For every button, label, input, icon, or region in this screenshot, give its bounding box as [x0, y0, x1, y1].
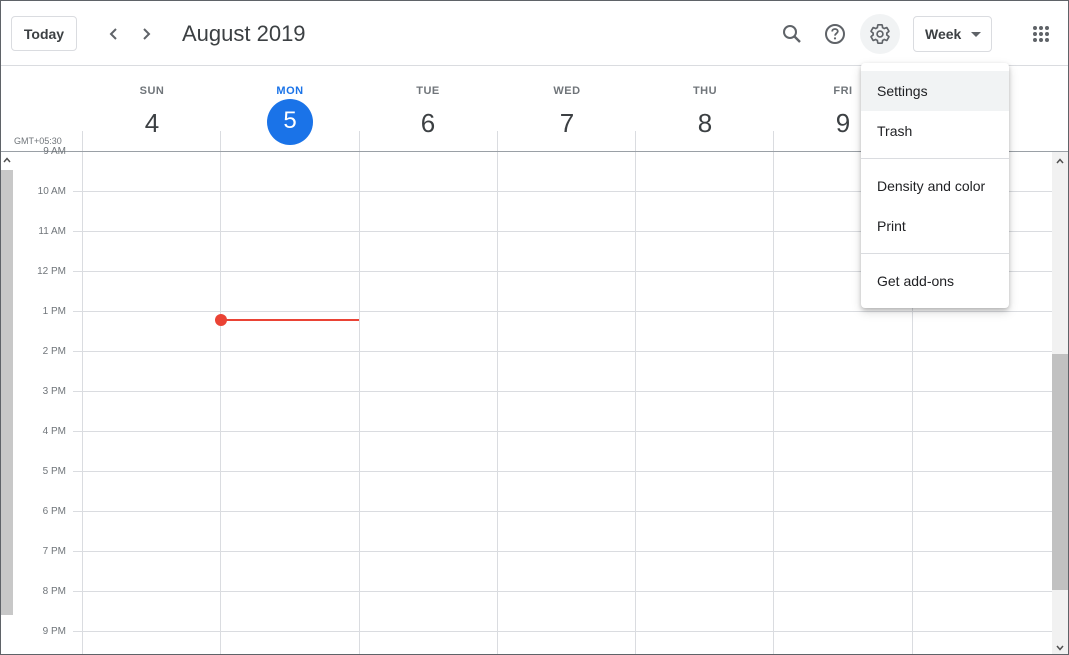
- day-number[interactable]: 4: [129, 104, 175, 150]
- column-divider: [220, 131, 221, 151]
- search-icon: [783, 25, 801, 43]
- chevron-up-icon: [3, 157, 11, 163]
- column-divider: [635, 131, 636, 151]
- day-header-sun[interactable]: SUN 4: [83, 66, 221, 151]
- today-button[interactable]: Today: [11, 16, 77, 51]
- hour-label: 6 PM: [42, 506, 66, 517]
- day-of-week: WED: [553, 85, 581, 97]
- scrollbar-thumb[interactable]: [1052, 354, 1068, 590]
- column-divider: [773, 152, 774, 654]
- hour-label: 3 PM: [42, 386, 66, 397]
- day-number[interactable]: 8: [682, 104, 728, 150]
- hour-label: 1 PM: [42, 306, 66, 317]
- hour-label: 2 PM: [42, 346, 66, 357]
- day-header-wed[interactable]: WED 7: [498, 66, 636, 151]
- timezone-label: GMT+05:30: [14, 136, 62, 146]
- scroll-down-button[interactable]: [1052, 641, 1068, 654]
- calendar-window: Today August 2019 Week SUN 4 MON 5 TUE 6…: [0, 0, 1069, 655]
- day-of-week: MON: [276, 85, 304, 97]
- hour-label: 8 PM: [42, 586, 66, 597]
- chevron-up-icon: [1056, 158, 1064, 164]
- help-button[interactable]: [815, 14, 855, 54]
- dropdown-arrow-icon: [971, 32, 981, 37]
- menu-item-trash[interactable]: Trash: [861, 111, 1009, 151]
- menu-item-get-add-ons[interactable]: Get add-ons: [861, 261, 1009, 301]
- column-divider: [773, 131, 774, 151]
- view-selector-label: Week: [925, 26, 962, 42]
- settings-button[interactable]: [860, 14, 900, 54]
- day-number-today[interactable]: 5: [267, 99, 313, 145]
- menu-item-settings[interactable]: Settings: [861, 71, 1009, 111]
- hour-label: 5 PM: [42, 466, 66, 477]
- google-apps-button[interactable]: [1021, 14, 1061, 54]
- gear-icon: [870, 24, 890, 45]
- column-divider: [497, 152, 498, 654]
- column-divider: [359, 152, 360, 654]
- day-of-week: THU: [692, 85, 718, 97]
- day-number[interactable]: 6: [405, 104, 451, 150]
- next-week-button[interactable]: [131, 19, 161, 49]
- hour-label: 12 PM: [37, 266, 66, 277]
- previous-week-button[interactable]: [99, 19, 129, 49]
- menu-item-density-and-color[interactable]: Density and color: [861, 166, 1009, 206]
- current-time-dot: [215, 314, 227, 326]
- day-number[interactable]: 7: [544, 104, 590, 150]
- hour-label: 4 PM: [42, 426, 66, 437]
- column-divider: [220, 152, 221, 654]
- chevron-down-icon: [1056, 645, 1064, 651]
- apps-grid-icon: [1033, 26, 1049, 42]
- settings-menu: Settings Trash Density and color Print G…: [861, 63, 1009, 308]
- current-month-title: August 2019: [182, 21, 306, 46]
- hour-label: 10 AM: [37, 186, 66, 197]
- left-scroll-up-button[interactable]: [1, 154, 13, 166]
- column-divider: [82, 131, 83, 151]
- menu-divider: [861, 158, 1009, 159]
- chevron-left-icon: [109, 28, 117, 40]
- day-number[interactable]: 9: [820, 104, 866, 150]
- top-bar: Today August 2019 Week: [1, 1, 1068, 66]
- day-header-tue[interactable]: TUE 6: [359, 66, 497, 151]
- help-icon: [825, 24, 845, 44]
- chevron-right-icon: [143, 28, 151, 40]
- hour-label: 9 AM: [43, 146, 66, 157]
- menu-divider: [861, 253, 1009, 254]
- column-divider: [82, 152, 83, 654]
- scroll-up-button[interactable]: [1052, 154, 1068, 168]
- view-selector[interactable]: Week: [913, 16, 992, 52]
- day-of-week: TUE: [416, 85, 440, 97]
- day-header-mon[interactable]: MON 5: [221, 66, 359, 151]
- hour-label: 9 PM: [42, 626, 66, 637]
- current-time-line: [221, 319, 359, 321]
- column-divider: [359, 131, 360, 151]
- day-header-thu[interactable]: THU 8: [636, 66, 774, 151]
- column-divider: [635, 152, 636, 654]
- left-scroll-bar[interactable]: [1, 170, 13, 615]
- search-button[interactable]: [772, 14, 812, 54]
- day-of-week: SUN: [139, 85, 165, 97]
- menu-item-print[interactable]: Print: [861, 206, 1009, 246]
- hour-label: 7 PM: [42, 546, 66, 557]
- hour-label: 11 AM: [38, 226, 66, 237]
- column-divider: [497, 131, 498, 151]
